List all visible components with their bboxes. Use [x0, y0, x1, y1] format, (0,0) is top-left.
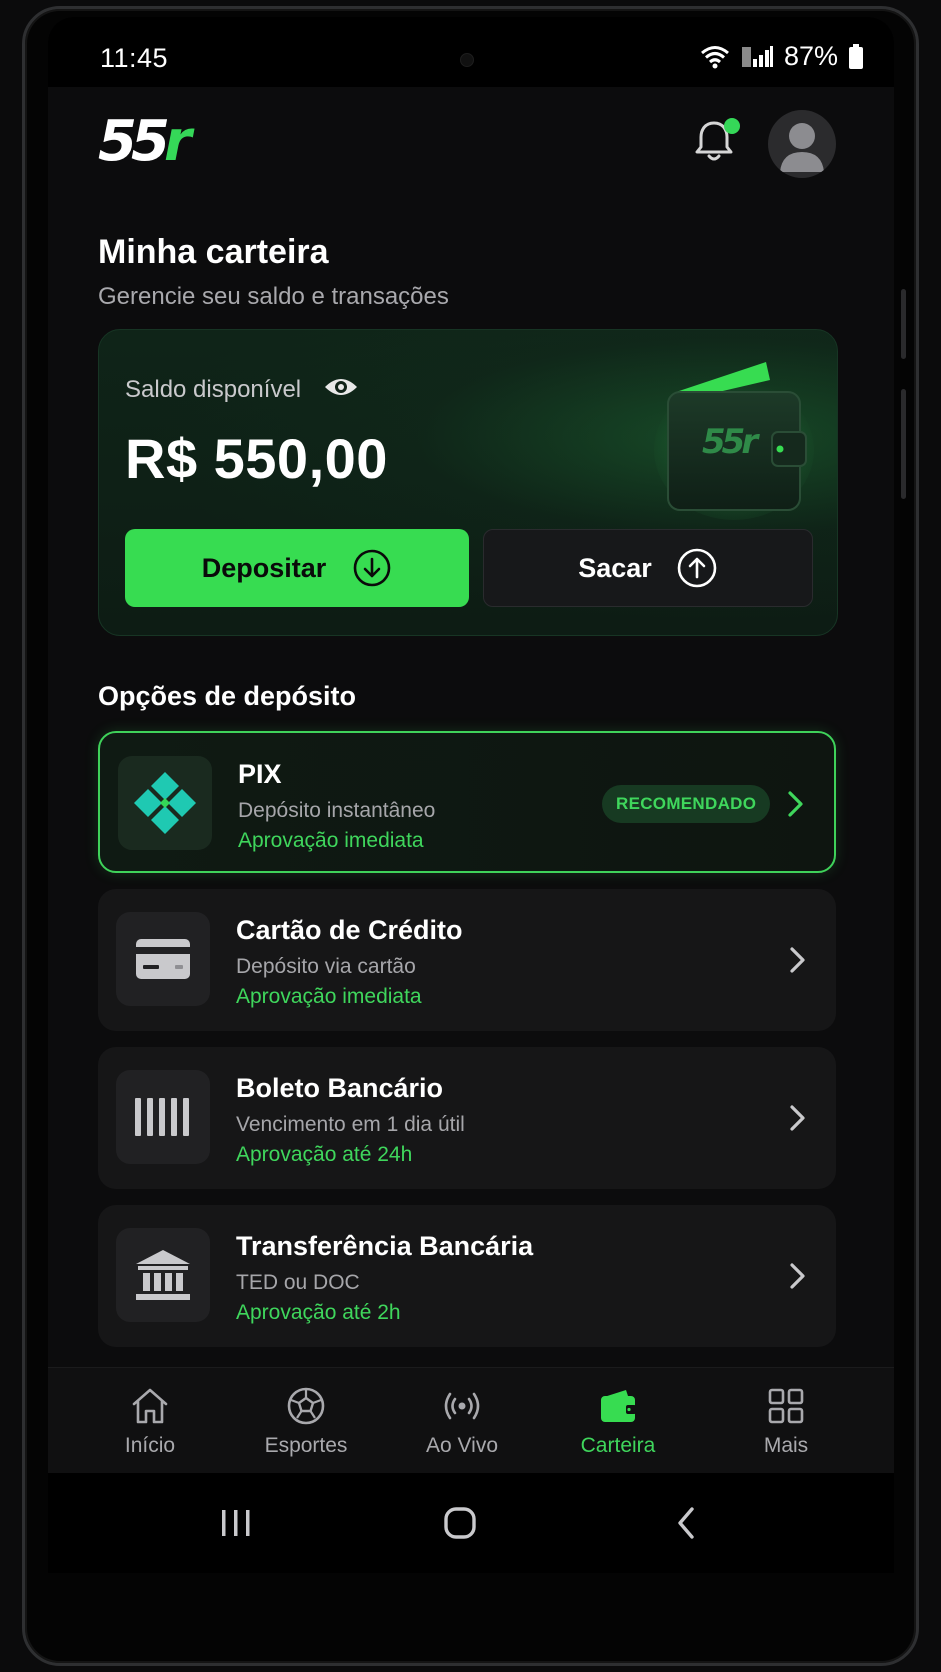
page-title: Minha carteira — [98, 233, 329, 271]
withdraw-button[interactable]: Sacar — [483, 529, 813, 607]
nav-label: Início — [124, 1434, 176, 1457]
balance-card: Saldo disponível R$ 550,00 55r Depositar… — [98, 329, 838, 636]
pix-icon — [134, 772, 196, 834]
avatar[interactable] — [768, 110, 836, 178]
home-button-icon[interactable] — [442, 1505, 478, 1541]
volume-button — [901, 289, 906, 359]
option-title: Transferência Bancária — [236, 1231, 534, 1261]
balance-label: Saldo disponível — [125, 376, 302, 403]
option-approval: Aprovação até 24h — [236, 1143, 413, 1166]
option-title: PIX — [238, 759, 282, 789]
option-boleto[interactable]: Boleto Bancário Vencimento em 1 dia útil… — [98, 1047, 836, 1189]
option-credit-card[interactable]: Cartão de Crédito Depósito via cartão Ap… — [98, 889, 836, 1031]
home-icon — [132, 1388, 168, 1424]
nav-label: Carteira — [580, 1434, 656, 1457]
option-approval: Aprovação imediata — [236, 985, 422, 1008]
chevron-right-icon — [790, 947, 805, 973]
chevron-right-icon — [790, 1105, 805, 1131]
logo-text: 55 — [98, 109, 170, 174]
logo-accent: r — [163, 109, 192, 174]
battery-icon — [849, 43, 863, 69]
signal-icon — [741, 45, 773, 67]
option-title: Cartão de Crédito — [236, 915, 463, 945]
option-title: Boleto Bancário — [236, 1073, 444, 1103]
nav-item-inicio[interactable]: Início — [80, 1368, 220, 1474]
nav-label: Mais — [763, 1434, 809, 1457]
balance-value: R$ 550,00 — [125, 427, 388, 490]
option-approval: Aprovação até 2h — [236, 1301, 401, 1324]
wifi-icon — [700, 45, 729, 68]
phone-frame: 11:45 87% 55r Minha carteira Gerencie se… — [22, 6, 919, 1666]
nav-item-ao-vivo[interactable]: Ao Vivo — [392, 1368, 532, 1474]
option-icon-box — [116, 1070, 210, 1164]
barcode-icon — [135, 1098, 189, 1136]
option-subtitle: Depósito via cartão — [236, 955, 416, 978]
nav-label: Ao Vivo — [426, 1434, 498, 1457]
option-subtitle: TED ou DOC — [236, 1271, 360, 1294]
status-icons: 87% — [700, 41, 864, 72]
recommended-badge: RECOMENDADO — [602, 785, 771, 823]
system-nav-bar — [48, 1473, 894, 1573]
power-button — [901, 389, 906, 499]
option-subtitle: Depósito instantâneo — [238, 799, 436, 822]
page-subtitle: Gerencie seu saldo e transações — [98, 283, 449, 310]
wallet-icon — [601, 1390, 636, 1422]
chevron-right-icon — [790, 1263, 805, 1289]
deposit-button[interactable]: Depositar — [125, 529, 469, 607]
option-icon-box — [116, 1228, 210, 1322]
option-approval: Aprovação imediata — [238, 829, 424, 852]
front-camera — [460, 53, 474, 67]
screen: 11:45 87% 55r Minha carteira Gerencie se… — [48, 17, 894, 1573]
chevron-right-icon — [788, 791, 803, 817]
option-bank-transfer[interactable]: Transferência Bancária TED ou DOC Aprova… — [98, 1205, 836, 1347]
arrow-up-circle-icon — [677, 548, 717, 588]
nav-item-mais[interactable]: Mais — [716, 1368, 856, 1474]
nav-item-carteira[interactable]: Carteira — [548, 1368, 688, 1474]
back-icon[interactable] — [674, 1505, 698, 1541]
user-icon — [780, 123, 824, 172]
app-logo[interactable]: 55r — [98, 109, 192, 174]
bottom-nav: Início Esportes Ao Vivo Carteira Mais — [48, 1367, 894, 1474]
deposit-section-title: Opções de depósito — [98, 681, 357, 711]
nav-item-esportes[interactable]: Esportes — [236, 1368, 376, 1474]
deposit-label: Depositar — [201, 552, 327, 583]
battery-percent: 87% — [783, 41, 838, 71]
live-broadcast-icon — [444, 1392, 480, 1420]
soccer-ball-icon — [287, 1387, 325, 1425]
recent-apps-icon[interactable] — [218, 1507, 254, 1539]
withdraw-label: Sacar — [578, 552, 652, 583]
credit-card-icon — [136, 939, 190, 979]
status-time: 11:45 — [100, 43, 169, 73]
option-subtitle: Vencimento em 1 dia útil — [236, 1113, 465, 1136]
grid-icon — [768, 1388, 804, 1424]
eye-icon[interactable] — [323, 374, 359, 400]
status-bar: 11:45 87% — [48, 17, 894, 87]
arrow-down-circle-icon — [353, 549, 391, 587]
option-icon-box — [116, 912, 210, 1006]
wallet-logo: 55r — [702, 422, 758, 462]
option-icon-box — [118, 756, 212, 850]
bank-icon — [136, 1250, 190, 1300]
nav-label: Esportes — [264, 1434, 348, 1457]
notification-dot — [724, 118, 740, 134]
option-pix[interactable]: PIX Depósito instantâneo Aprovação imedi… — [98, 731, 836, 873]
